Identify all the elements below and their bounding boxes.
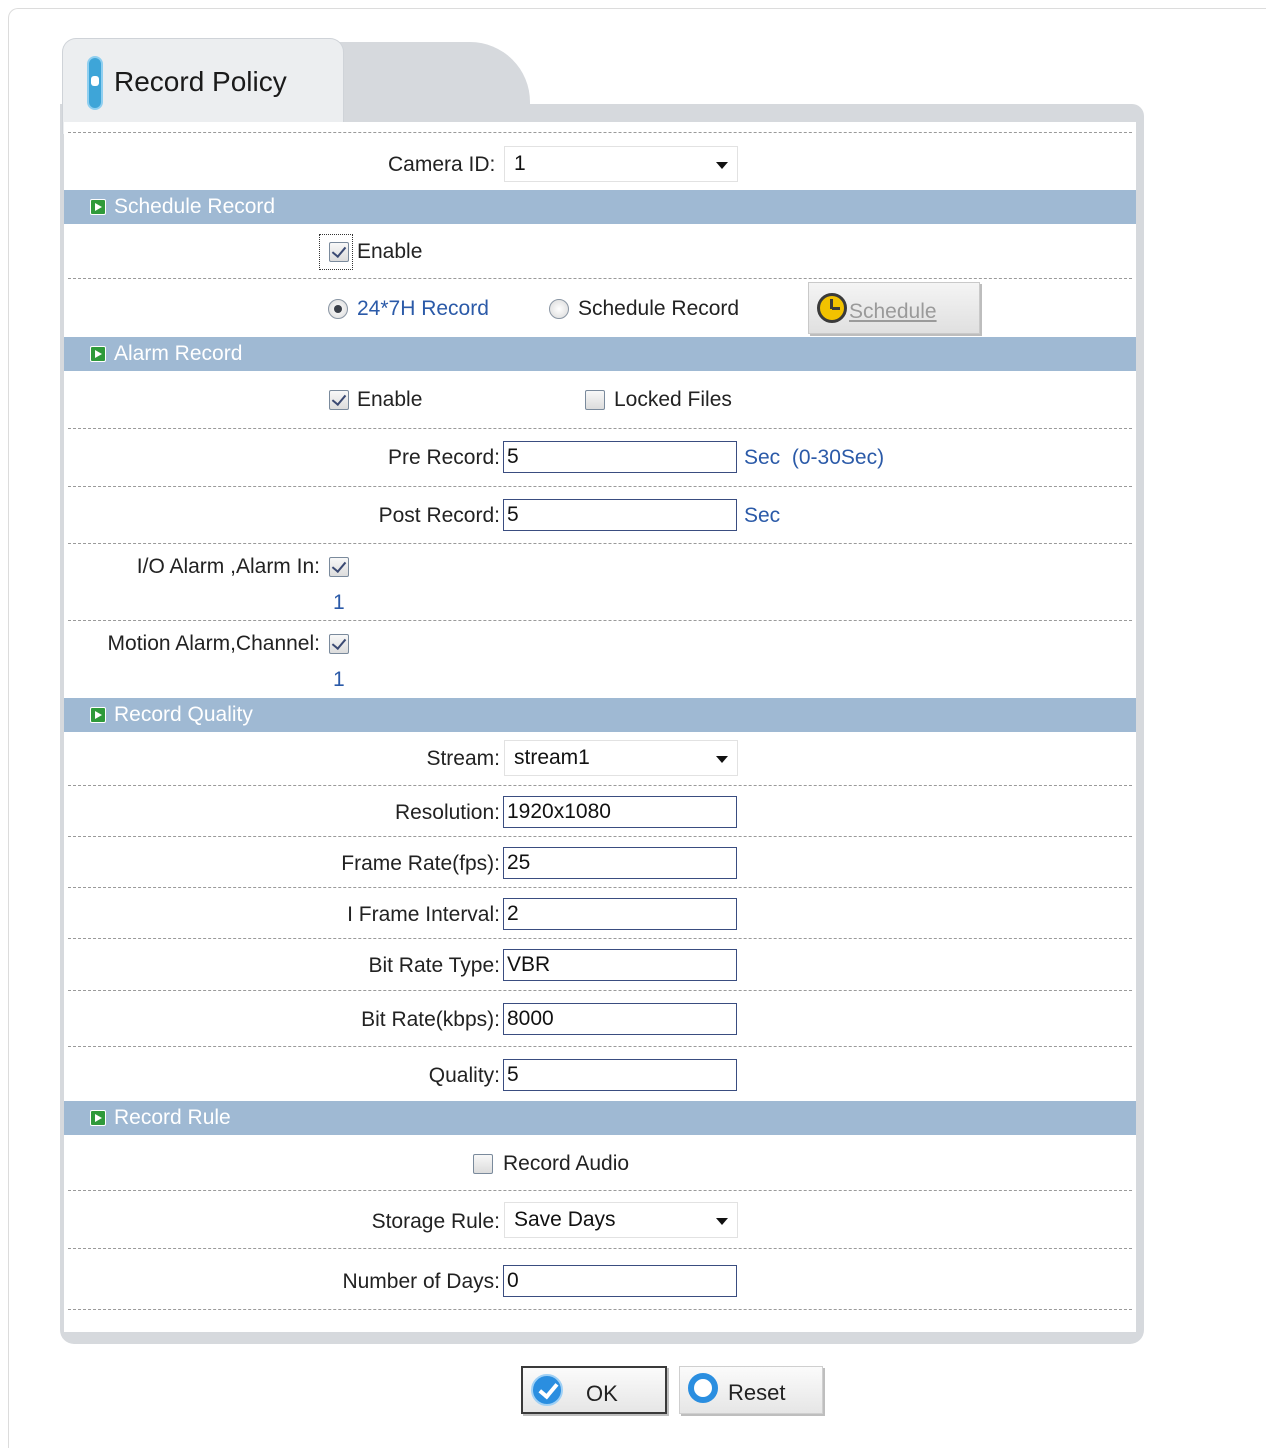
section-title: Record Rule [114,1106,231,1129]
camera-id-select[interactable]: 1 [504,146,738,182]
section-title: Schedule Record [114,195,276,218]
schedule-enable-label: Enable [357,240,423,263]
section-title: Alarm Record [114,342,243,365]
expand-arrow-icon [90,707,106,723]
section-schedule-record: Schedule Record [64,190,1136,224]
chevron-down-icon [716,756,728,763]
section-record-quality: Record Quality [64,698,1136,732]
frame-rate-label: Frame Rate(fps): [341,852,500,875]
clock-icon [817,293,847,323]
resolution-label: Resolution: [394,801,500,824]
locked-files-checkbox[interactable] [585,390,605,410]
alarm-enable-label: Enable [357,388,423,411]
quality-input[interactable]: 5 [503,1059,737,1091]
chevron-down-icon [716,1218,728,1225]
schedule-button[interactable]: Schedule [808,282,980,334]
reset-button-label: Reset [728,1380,786,1405]
quality-label: Quality: [428,1064,500,1087]
check-circle-icon [531,1374,563,1406]
post-record-unit: Sec [744,504,781,527]
resolution-input[interactable]: 1920x1080 [503,796,737,828]
bitrate-input[interactable]: 8000 [503,1003,737,1035]
frame-rate-input[interactable]: 25 [503,847,737,879]
ok-button[interactable]: OK [521,1366,667,1414]
storage-rule-label: Storage Rule: [371,1210,500,1233]
motion-alarm-channel: 1 [333,668,345,691]
divider [68,785,1132,786]
section-alarm-record: Alarm Record [64,337,1136,371]
divider [68,620,1132,621]
number-of-days-label: Number of Days: [342,1270,500,1293]
divider [68,1248,1132,1249]
divider [68,278,1132,279]
post-record-input[interactable]: 5 [503,499,737,531]
divider [68,1309,1132,1310]
alarm-enable-checkbox[interactable] [329,390,349,410]
divider [68,486,1132,487]
reset-circle-icon [688,1373,718,1403]
bitrate-type-input[interactable]: VBR [503,949,737,981]
bitrate-label: Bit Rate(kbps): [361,1008,500,1031]
number-of-days-input[interactable]: 0 [503,1265,737,1297]
post-record-label: Post Record: [378,504,500,527]
locked-files-label: Locked Files [614,388,732,411]
record-audio-checkbox[interactable] [473,1154,493,1174]
stream-label: Stream: [426,747,500,770]
expand-arrow-icon [90,1110,106,1126]
io-alarm-checkbox[interactable] [329,557,349,577]
motion-alarm-label: Motion Alarm,Channel: [107,632,320,655]
iframe-interval-label: I Frame Interval: [347,903,500,926]
stream-value: stream1 [514,746,590,769]
radio-24x7-label: 24*7H Record [357,297,489,320]
bitrate-type-label: Bit Rate Type: [368,954,500,977]
schedule-enable-checkbox[interactable] [329,242,349,262]
divider [68,836,1132,837]
radio-24x7-record[interactable] [328,299,348,319]
iframe-interval-input[interactable]: 2 [503,898,737,930]
stream-select[interactable]: stream1 [504,740,738,776]
divider [68,543,1132,544]
pre-record-label: Pre Record: [387,446,500,469]
divider [68,1190,1132,1191]
chevron-down-icon [716,162,728,169]
storage-rule-value: Save Days [514,1208,616,1231]
divider [68,428,1132,429]
record-audio-label: Record Audio [503,1152,630,1175]
section-record-rule: Record Rule [64,1101,1136,1135]
pre-record-input[interactable]: 5 [503,441,737,473]
tab-title: Record Policy [114,66,287,97]
divider [68,887,1132,888]
divider [68,938,1132,939]
reset-button[interactable]: Reset [679,1366,823,1414]
expand-arrow-icon [90,346,106,362]
record-policy-panel: Camera ID: 1 Schedule Record Enable 24*7… [64,122,1136,1332]
camera-id-label: Camera ID: [388,153,496,176]
motion-alarm-checkbox[interactable] [329,634,349,654]
schedule-button-label: Schedule [849,300,937,323]
ok-button-label: OK [586,1381,618,1406]
pre-record-unit: Sec (0-30Sec) [744,446,885,469]
divider [68,990,1132,991]
storage-rule-select[interactable]: Save Days [504,1202,738,1238]
expand-arrow-icon [90,199,106,215]
radio-schedule-label: Schedule Record [578,297,740,320]
io-alarm-channel: 1 [333,591,345,614]
radio-schedule-record[interactable] [549,299,569,319]
camera-id-value: 1 [514,152,526,175]
tab-pill-icon [87,56,103,110]
divider [68,132,1132,133]
divider [68,1046,1132,1047]
io-alarm-label: I/O Alarm ,Alarm In: [136,555,320,578]
section-title: Record Quality [114,703,253,726]
